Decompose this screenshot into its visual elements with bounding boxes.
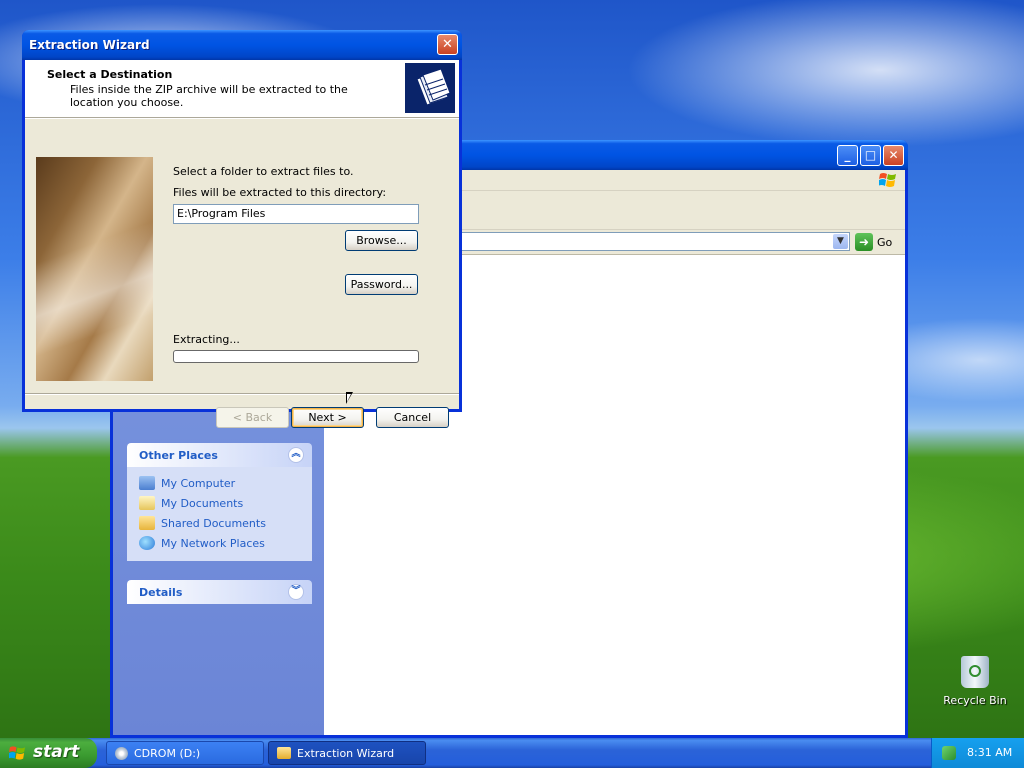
network-places-icon [139, 536, 155, 550]
browse-button[interactable]: Browse... [345, 230, 418, 251]
wizard-header: Select a Destination Files inside the ZI… [25, 60, 459, 118]
wizard-body: Select a Destination Files inside the ZI… [25, 60, 459, 428]
place-my-computer[interactable]: My Computer [139, 473, 302, 493]
start-label: start [33, 742, 80, 762]
go-button[interactable]: ➜ Go [855, 232, 892, 252]
chevron-down-icon[interactable]: ▼ [833, 234, 848, 249]
place-label: My Computer [161, 476, 236, 490]
taskbar-item-extraction-wizard[interactable]: Extraction Wizard [268, 741, 426, 765]
taskbar: start CDROM (D:) Extraction Wizard 8:31 … [0, 738, 1024, 768]
place-my-documents[interactable]: My Documents [139, 493, 302, 513]
folder-icon [277, 747, 291, 759]
cancel-button[interactable]: Cancel [376, 407, 449, 428]
place-my-network-places[interactable]: My Network Places [139, 533, 302, 553]
place-shared-documents[interactable]: Shared Documents [139, 513, 302, 533]
my-documents-icon [139, 496, 155, 510]
windows-flag-icon [9, 746, 26, 760]
wizard-title-bar[interactable]: Extraction Wizard ✕ [22, 30, 462, 60]
details-panel: Details ︾ [127, 580, 312, 604]
wizard-step-title: Select a Destination [47, 68, 173, 81]
wizard-title: Extraction Wizard [29, 38, 150, 52]
recycle-bin-icon [961, 656, 989, 688]
start-button[interactable]: start [0, 738, 97, 768]
my-computer-icon [139, 476, 155, 490]
select-folder-text: Select a folder to extract files to. [173, 165, 354, 178]
other-places-title: Other Places [139, 449, 218, 462]
minimize-button[interactable]: _ [837, 145, 858, 166]
wizard-side-image [36, 157, 153, 381]
expand-chevron-icon[interactable]: ︾ [288, 584, 304, 600]
recycle-bin[interactable]: Recycle Bin [942, 656, 1008, 707]
maximize-button[interactable]: □ [860, 145, 881, 166]
place-label: My Network Places [161, 536, 265, 550]
place-label: My Documents [161, 496, 244, 510]
close-button[interactable]: ✕ [883, 145, 904, 166]
details-header[interactable]: Details ︾ [127, 580, 312, 604]
password-button[interactable]: Password... [345, 274, 418, 295]
go-label: Go [877, 235, 893, 249]
go-arrow-icon: ➜ [855, 233, 873, 251]
shared-documents-icon [139, 516, 155, 530]
clock[interactable]: 8:31 AM [967, 746, 1012, 759]
wizard-close-button[interactable]: ✕ [437, 34, 458, 55]
extraction-progress-bar [173, 350, 419, 363]
task-label: Extraction Wizard [297, 746, 395, 760]
details-title: Details [139, 586, 183, 599]
wizard-step-subtitle: Files inside the ZIP archive will be ext… [70, 83, 348, 109]
directory-label: Files will be extracted to this director… [173, 186, 387, 199]
back-button[interactable]: < Back [216, 407, 289, 428]
zip-folder-icon [405, 63, 455, 113]
directory-input[interactable]: E:\Program Files [173, 204, 419, 224]
next-button[interactable]: Next > [291, 407, 364, 428]
place-label: Shared Documents [161, 516, 266, 530]
collapse-chevron-icon[interactable]: ︽ [288, 447, 304, 463]
other-places-panel: Other Places ︽ My Computer My Documents … [127, 443, 312, 561]
recycle-bin-label: Recycle Bin [943, 694, 1007, 707]
other-places-header[interactable]: Other Places ︽ [127, 443, 312, 467]
extracting-label: Extracting... [173, 333, 240, 346]
system-tray: 8:31 AM [931, 738, 1024, 768]
taskbar-item-cdrom[interactable]: CDROM (D:) [106, 741, 264, 765]
extraction-wizard-dialog: Extraction Wizard ✕ Select a Destination… [22, 30, 462, 428]
cdrom-icon [115, 746, 128, 760]
task-label: CDROM (D:) [134, 746, 201, 760]
network-tray-icon[interactable] [942, 746, 956, 760]
windows-logo-icon [879, 173, 896, 187]
